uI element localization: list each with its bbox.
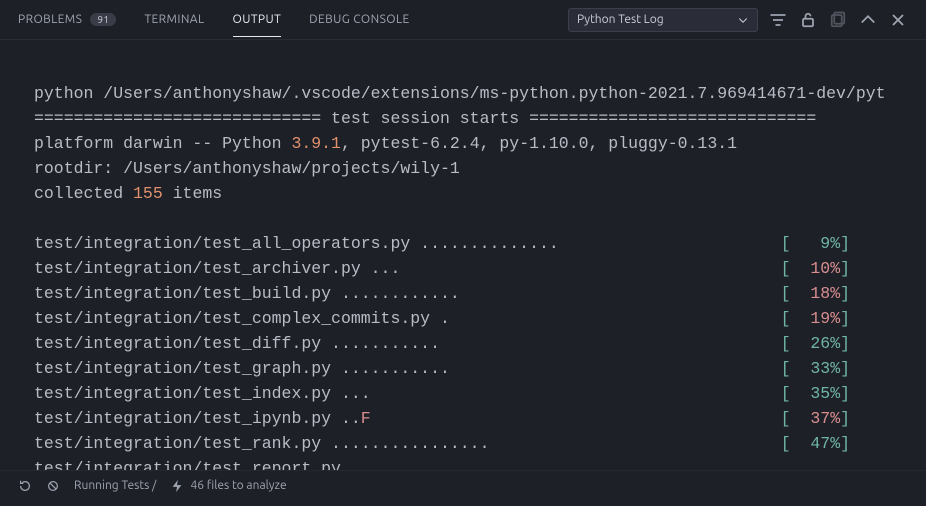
test-percent: [ 18%] xyxy=(781,281,850,306)
test-percent: [ 9%] xyxy=(781,231,850,256)
lock-open-icon[interactable] xyxy=(798,10,818,30)
tab-terminal[interactable]: TERMINAL xyxy=(144,13,204,26)
filter-icon[interactable] xyxy=(768,10,788,30)
test-line: test/integration/test_all_operators.py .… xyxy=(34,231,850,256)
test-line: test/integration/test_rank.py ..........… xyxy=(34,431,850,456)
test-line: test/integration/test_diff.py ..........… xyxy=(34,331,850,356)
tab-label: TERMINAL xyxy=(144,13,204,26)
test-path: test/integration/test_rank.py ..........… xyxy=(34,431,489,456)
collected-line: collected 155 items xyxy=(34,184,222,203)
test-results: test/integration/test_all_operators.py .… xyxy=(34,231,906,481)
running-tests-label: Running Tests / xyxy=(74,479,156,492)
close-icon[interactable] xyxy=(888,10,908,30)
running-tests-status[interactable]: Running Tests / xyxy=(74,479,156,492)
tab-label: DEBUG CONSOLE xyxy=(309,13,409,26)
test-percent: [ 47%] xyxy=(781,431,850,456)
test-line: test/integration/test_complex_commits.py… xyxy=(34,306,850,331)
test-path: test/integration/test_index.py ... xyxy=(34,381,371,406)
test-percent: [ 26%] xyxy=(781,331,850,356)
test-percent: [ 19%] xyxy=(781,306,850,331)
test-line: test/integration/test_index.py ... [ 35%] xyxy=(34,381,850,406)
output-channel-select[interactable]: Python Test Log xyxy=(568,8,758,32)
problems-count-badge: 91 xyxy=(90,13,116,26)
tab-label: PROBLEMS xyxy=(18,13,82,26)
test-path: test/integration/test_diff.py ..........… xyxy=(34,331,440,356)
tab-problems[interactable]: PROBLEMS 91 xyxy=(18,13,116,26)
test-path: test/integration/test_graph.py .........… xyxy=(34,356,450,381)
cancel-icon[interactable] xyxy=(46,479,60,493)
test-path: test/integration/test_ipynb.py ..F xyxy=(34,406,371,431)
test-percent: [ 35%] xyxy=(781,381,850,406)
panel-right-controls: Python Test Log xyxy=(568,8,908,32)
analyze-label: 46 files to analyze xyxy=(190,479,286,492)
test-path: test/integration/test_all_operators.py .… xyxy=(34,231,559,256)
chevron-up-icon[interactable] xyxy=(858,10,878,30)
rootdir-line: rootdir: /Users/anthonyshaw/projects/wil… xyxy=(34,159,460,178)
history-icon[interactable] xyxy=(18,479,32,493)
test-line: test/integration/test_ipynb.py ..F [ 37%] xyxy=(34,406,850,431)
output-channel-label: Python Test Log xyxy=(577,13,664,26)
pylance-status[interactable]: 46 files to analyze xyxy=(170,479,286,493)
clear-output-icon xyxy=(828,10,848,30)
test-percent: [ 37%] xyxy=(781,406,850,431)
tab-label: OUTPUT xyxy=(233,13,282,26)
tab-debug-console[interactable]: DEBUG CONSOLE xyxy=(309,13,409,26)
platform-line: platform darwin -- Python 3.9.1, pytest-… xyxy=(34,134,737,153)
status-bar: Running Tests / 46 files to analyze xyxy=(0,470,926,500)
lightning-icon xyxy=(170,479,184,493)
output-panel[interactable]: python /Users/anthonyshaw/.vscode/extens… xyxy=(0,40,926,506)
test-percent: [ 33%] xyxy=(781,356,850,381)
test-line: test/integration/test_archiver.py ... [ 1… xyxy=(34,256,850,281)
test-path: test/integration/test_archiver.py ... xyxy=(34,256,400,281)
chevron-down-icon xyxy=(737,14,749,26)
session-header: ============================= test sessi… xyxy=(34,109,816,128)
panel-tab-bar: PROBLEMS 91 TERMINAL OUTPUT DEBUG CONSOL… xyxy=(0,0,926,40)
test-path: test/integration/test_complex_commits.py… xyxy=(34,306,450,331)
test-percent: [ 10%] xyxy=(781,256,850,281)
tab-output[interactable]: OUTPUT xyxy=(233,13,282,26)
test-path: test/integration/test_build.py .........… xyxy=(34,281,460,306)
test-line: test/integration/test_build.py .........… xyxy=(34,281,850,306)
command-line: python /Users/anthonyshaw/.vscode/extens… xyxy=(34,84,886,103)
test-line: test/integration/test_graph.py .........… xyxy=(34,356,850,381)
